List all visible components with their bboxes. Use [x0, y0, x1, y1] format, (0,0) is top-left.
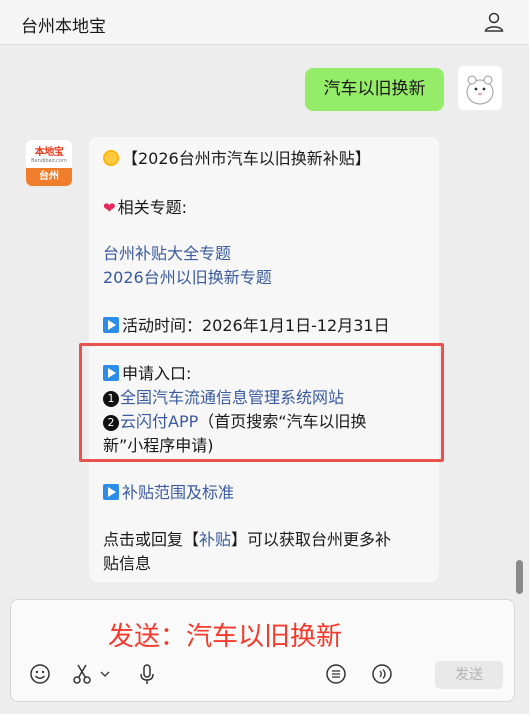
title-text: 【2026台州市汽车以旧换新补贴】	[122, 149, 371, 168]
message-input-area[interactable]: 发送：汽车以旧换新 发送	[10, 599, 515, 702]
link-subsidy-reply[interactable]: 补贴	[199, 530, 231, 549]
scissors-icon[interactable]	[71, 663, 93, 685]
chevron-down-icon[interactable]	[99, 663, 111, 685]
scrollbar-thumb[interactable]	[516, 560, 523, 594]
bot-avatar-brand: 本地宝	[34, 147, 64, 158]
microphone-icon[interactable]	[136, 663, 158, 685]
heart-icon: ❤	[103, 199, 116, 217]
user-avatar[interactable]	[458, 66, 502, 110]
user-message-bubble: 汽车以旧换新	[305, 68, 444, 111]
bot-avatar-city: 台州	[26, 168, 72, 186]
activity-time-line: 活动时间：2026年1月1日-12月31日	[103, 314, 390, 338]
bot-avatar[interactable]: 本地宝 Bendibao.com 台州	[26, 140, 72, 186]
related-line: ❤ 相关专题:	[103, 196, 187, 220]
link-subsidy-topic[interactable]: 台州补贴大全专题	[103, 242, 231, 266]
bot-avatar-top: 本地宝 Bendibao.com	[26, 140, 72, 168]
subsidy-scope-line: 补贴范围及标准	[103, 481, 234, 505]
bot-avatar-sub: Bendibao.com	[31, 158, 67, 164]
hamster-avatar-icon	[466, 75, 494, 105]
activity-time-text: 活动时间：2026年1月1日-12月31日	[122, 316, 390, 335]
list-menu-icon[interactable]	[325, 663, 347, 685]
highlight-box	[79, 343, 444, 462]
related-label: 相关专题:	[117, 198, 187, 217]
play-icon	[103, 317, 119, 333]
chat-header: 台州本地宝	[0, 0, 529, 45]
send-button[interactable]: 发送	[435, 661, 503, 689]
footer-post: 】可以获取台州更多补	[231, 530, 392, 549]
sun-icon	[103, 150, 119, 166]
footer-line-2: 贴信息	[103, 554, 152, 573]
footer-line: 点击或回复【补贴】可以获取台州更多补	[103, 528, 391, 552]
message-input[interactable]: 发送：汽车以旧换新	[108, 616, 342, 653]
play-icon	[103, 484, 119, 500]
chat-title: 台州本地宝	[21, 17, 106, 37]
link-tradein-topic[interactable]: 2026台州以旧换新专题	[103, 266, 272, 290]
voice-call-icon[interactable]	[371, 663, 393, 685]
emoji-icon[interactable]	[29, 663, 51, 685]
person-icon[interactable]	[483, 11, 505, 33]
footer-pre: 点击或回复【	[103, 530, 200, 549]
link-subsidy-scope[interactable]: 补贴范围及标准	[122, 483, 234, 502]
title-line: 【2026台州市汽车以旧换新补贴】	[103, 147, 371, 171]
